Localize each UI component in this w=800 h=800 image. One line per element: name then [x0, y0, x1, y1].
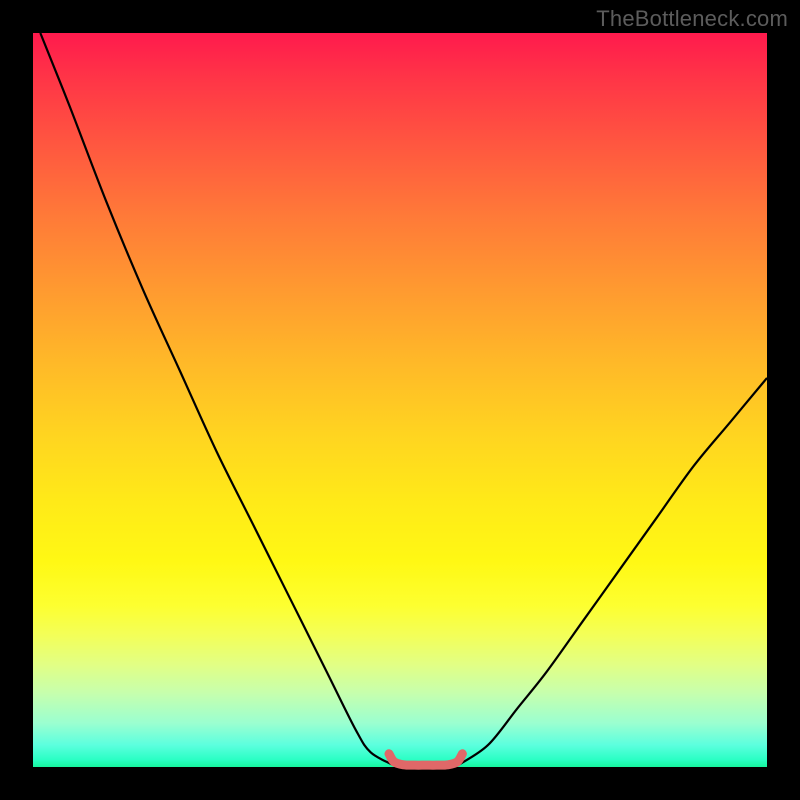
right-curve	[459, 378, 767, 765]
chart-frame: TheBottleneck.com	[0, 0, 800, 800]
left-curve	[40, 33, 392, 765]
watermark-text: TheBottleneck.com	[596, 6, 788, 32]
valley-marker	[389, 754, 462, 765]
chart-curves	[33, 33, 767, 767]
